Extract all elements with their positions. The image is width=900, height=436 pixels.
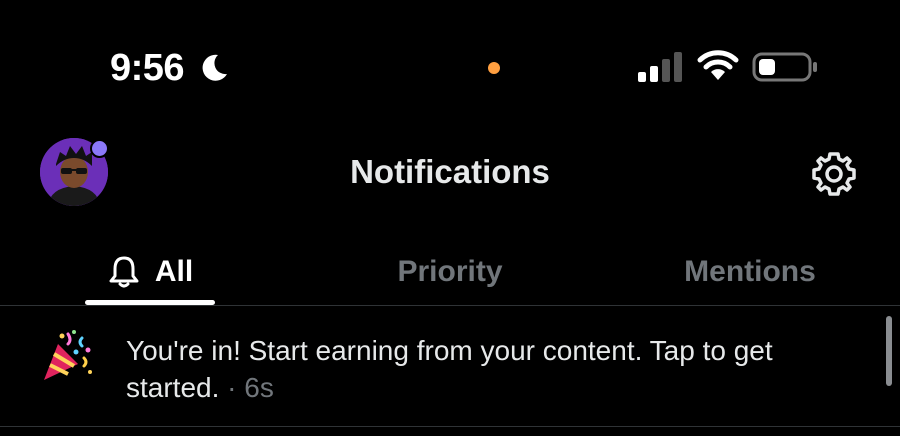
notification-item[interactable]: You're in! Start earning from your conte… bbox=[0, 306, 900, 436]
tab-priority[interactable]: Priority bbox=[330, 238, 570, 306]
notification-separator: · bbox=[219, 372, 245, 403]
notification-time: 6s bbox=[244, 372, 274, 403]
notification-tabs: All Priority Mentions bbox=[0, 238, 900, 306]
gear-icon[interactable] bbox=[808, 148, 860, 200]
notification-divider bbox=[0, 426, 900, 427]
app-frame: 9:56 Notifications All Priority Mentions… bbox=[0, 0, 900, 436]
bell-icon bbox=[109, 256, 139, 288]
tab-mentions-label: Mentions bbox=[684, 255, 816, 288]
party-popper-icon bbox=[44, 330, 92, 380]
tab-all-label: All bbox=[154, 255, 194, 288]
status-time: 9:56 bbox=[110, 47, 185, 89]
moon-icon bbox=[202, 54, 227, 81]
scrollbar[interactable] bbox=[886, 316, 892, 386]
battery-icon bbox=[752, 52, 817, 82]
mic-indicator-dot bbox=[488, 62, 500, 74]
page-title: Notifications bbox=[350, 153, 550, 190]
tab-priority-label: Priority bbox=[397, 255, 503, 288]
wifi-icon bbox=[697, 50, 739, 80]
notification-text: You're in! Start earning from your conte… bbox=[126, 332, 866, 406]
signal-icon bbox=[638, 52, 682, 82]
tab-mentions[interactable]: Mentions bbox=[640, 238, 860, 306]
tab-all[interactable]: All bbox=[85, 238, 215, 306]
